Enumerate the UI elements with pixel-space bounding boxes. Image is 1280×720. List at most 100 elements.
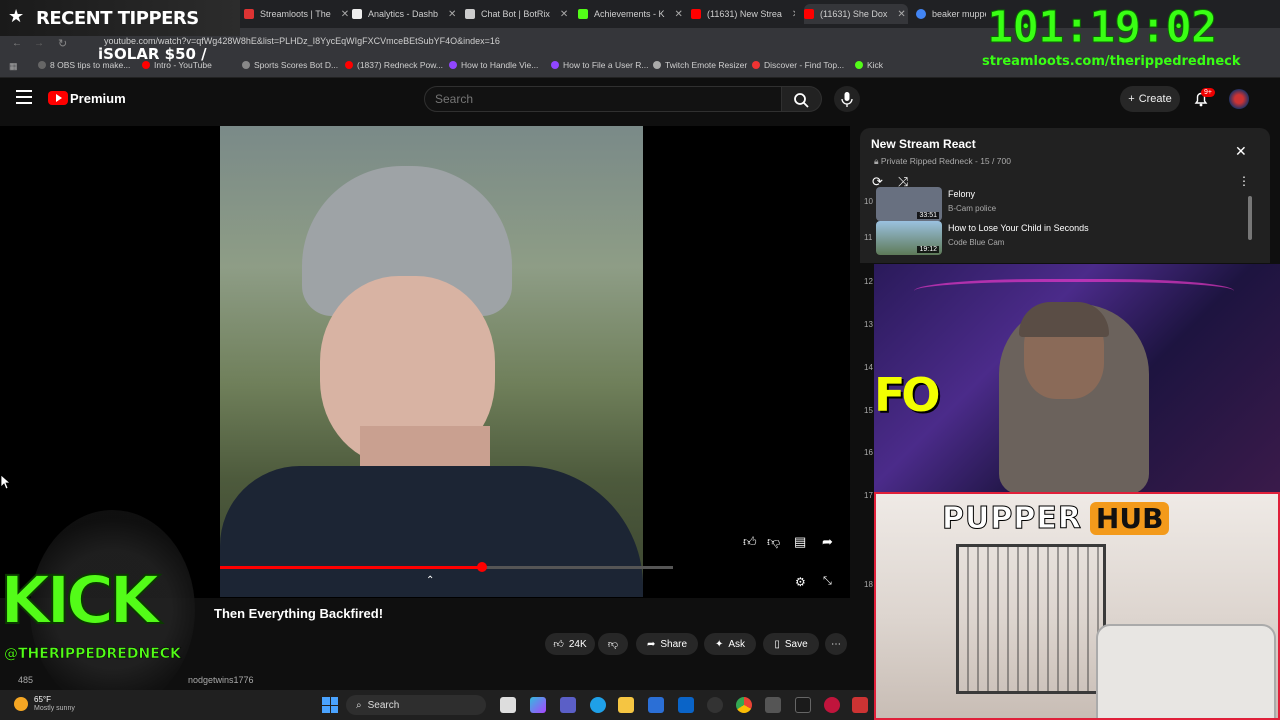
bookmark-item[interactable]: How to Handle Vie... (449, 60, 538, 70)
save-button[interactable]: ▯ Save (763, 633, 819, 655)
discover-icon (752, 61, 760, 69)
browser-tab[interactable]: (11631) New Strea✕ (691, 4, 795, 24)
bookmark-item[interactable]: Sports Scores Bot D... (242, 60, 338, 70)
comments-icon[interactable]: ▤ (794, 534, 806, 550)
video-thumbnail[interactable]: 19:12 (876, 221, 942, 255)
reload-icon[interactable]: ↻ (58, 37, 67, 50)
premium-label[interactable]: Premium (70, 91, 126, 106)
video-title: Then Everything Backfired! (214, 606, 384, 621)
terminal-icon[interactable] (795, 697, 811, 713)
pupper-word: PUPPER (942, 500, 1082, 536)
mouse-cursor-icon (0, 474, 10, 490)
close-icon[interactable]: ✕ (897, 9, 905, 20)
file-explorer-icon[interactable] (618, 697, 634, 713)
youtube-favicon-icon (804, 9, 814, 19)
more-actions-button[interactable]: ⋯ (825, 633, 847, 655)
edge-icon[interactable] (590, 697, 606, 713)
outlook-icon[interactable] (678, 697, 694, 713)
browser-tab[interactable]: Achievements - K ✕ (578, 4, 682, 24)
like-button[interactable]: 👍︎ 24K (545, 633, 595, 655)
ask-button[interactable]: ✦ Ask (704, 633, 756, 655)
file-icon[interactable] (500, 697, 516, 713)
hamburger-menu-icon[interactable] (16, 90, 32, 104)
streamloots-url: streamloots.com/therippedredneck (982, 54, 1241, 69)
playlist-scrollbar[interactable] (1248, 196, 1252, 240)
bookmark-item[interactable]: Discover - Find Top... (752, 60, 844, 70)
app-icon[interactable] (824, 697, 840, 713)
taskbar-search[interactable]: ⌕ Search (346, 695, 486, 715)
thumbs-down-icon: 👎︎ (607, 639, 619, 650)
playlist-index: 16 (864, 448, 873, 457)
playlist-item-title[interactable]: Felony (948, 189, 975, 199)
search-button[interactable] (782, 86, 822, 112)
microphone-icon (841, 92, 853, 107)
avatar[interactable] (1229, 89, 1249, 109)
channel-handle[interactable]: nodgetwins1776 (188, 675, 254, 685)
pet-carrier (1096, 624, 1276, 718)
apps-grid-icon[interactable]: ▦ (9, 61, 18, 72)
kick-logo: KICK (0, 561, 161, 640)
twitch-icon (551, 61, 559, 69)
share-icon[interactable]: ➦ (822, 534, 833, 550)
notifications-badge: 9+ (1201, 88, 1215, 97)
youtube-logo-icon[interactable] (48, 91, 68, 105)
like-icon[interactable]: 👍︎ (743, 534, 757, 550)
app-icon[interactable] (852, 697, 868, 713)
playlist-item[interactable]: 19:12 How to Lose Your Child in Seconds … (862, 221, 1254, 255)
back-icon[interactable]: ← (12, 38, 22, 49)
create-button[interactable]: + Create (1120, 86, 1180, 112)
dislike-icon[interactable]: 👎︎ (767, 534, 780, 550)
sparkle-icon: ✦ (714, 638, 724, 650)
search-input[interactable] (424, 86, 782, 112)
voice-search-button[interactable] (834, 86, 860, 112)
settings-gear-icon[interactable]: ⚙ (795, 575, 806, 589)
close-icon[interactable]: ✕ (560, 9, 568, 20)
bookmark-item[interactable]: How to File a User R... (551, 60, 649, 70)
search-icon: ⌕ (356, 699, 362, 711)
progress-bar-fill (220, 566, 482, 569)
close-icon[interactable]: ✕ (675, 9, 682, 20)
browser-tab[interactable]: Chat Bot | BotRix ✕ (465, 4, 569, 24)
scrubber-handle[interactable] (477, 562, 487, 572)
obs-icon[interactable] (707, 697, 723, 713)
dislike-button[interactable]: 👎︎ (598, 633, 628, 655)
store-icon[interactable] (648, 697, 664, 713)
chevron-up-icon[interactable]: ⌃ (426, 575, 434, 586)
playlist-index: 15 (864, 406, 873, 415)
subscriber-count: 485 (18, 675, 34, 685)
close-icon[interactable]: ✕ (1235, 143, 1247, 160)
weather-description[interactable]: Mostly sunny (34, 705, 75, 712)
bookmark-item[interactable]: Twitch Emote Resizer (653, 60, 747, 70)
copilot-icon[interactable] (530, 697, 546, 713)
bookmark-item[interactable]: Kick (855, 60, 883, 70)
youtube-favicon-icon (691, 9, 701, 19)
app-icon[interactable] (765, 697, 781, 713)
weather-temperature[interactable]: 65°F (34, 695, 51, 704)
chrome-icon[interactable] (736, 697, 752, 713)
video-frame[interactable] (220, 126, 643, 597)
teams-icon[interactable] (560, 697, 576, 713)
bookmark-item[interactable]: (1837) Redneck Pow... (345, 60, 443, 70)
close-icon[interactable]: ✕ (341, 9, 348, 20)
browser-tab[interactable]: Analytics - Dashb ✕ (352, 4, 456, 24)
close-icon[interactable]: ✕ (792, 9, 795, 20)
share-icon: ➦ (646, 638, 656, 650)
windows-start-icon[interactable] (322, 697, 338, 713)
plus-icon: + (1128, 93, 1135, 105)
youtube-icon (345, 61, 353, 69)
playlist-item-title[interactable]: How to Lose Your Child in Seconds (948, 223, 1089, 233)
more-vert-icon[interactable]: ⋮ (1238, 174, 1250, 188)
exit-fullscreen-icon[interactable]: ⤡ (823, 575, 832, 588)
close-icon[interactable]: ✕ (448, 9, 456, 20)
video-thumbnail[interactable]: 33:51 (876, 187, 942, 221)
browser-tab[interactable]: Streamloots | The ✕ (244, 4, 348, 24)
share-button[interactable]: ➦ Share (636, 633, 698, 655)
playlist-title[interactable]: New Stream React (871, 137, 976, 151)
playlist-item[interactable]: 33:51 Felony B-Cam police (862, 187, 1254, 221)
forward-icon[interactable]: → (34, 38, 44, 49)
lock-icon: 🔒︎ (874, 156, 879, 166)
browser-tab[interactable]: beaker muppets (916, 4, 986, 24)
browser-tab-active[interactable]: (11631) She Dox ✕ (804, 4, 908, 24)
hub-word: HUB (1089, 501, 1170, 535)
playlist-index: 14 (864, 363, 873, 372)
